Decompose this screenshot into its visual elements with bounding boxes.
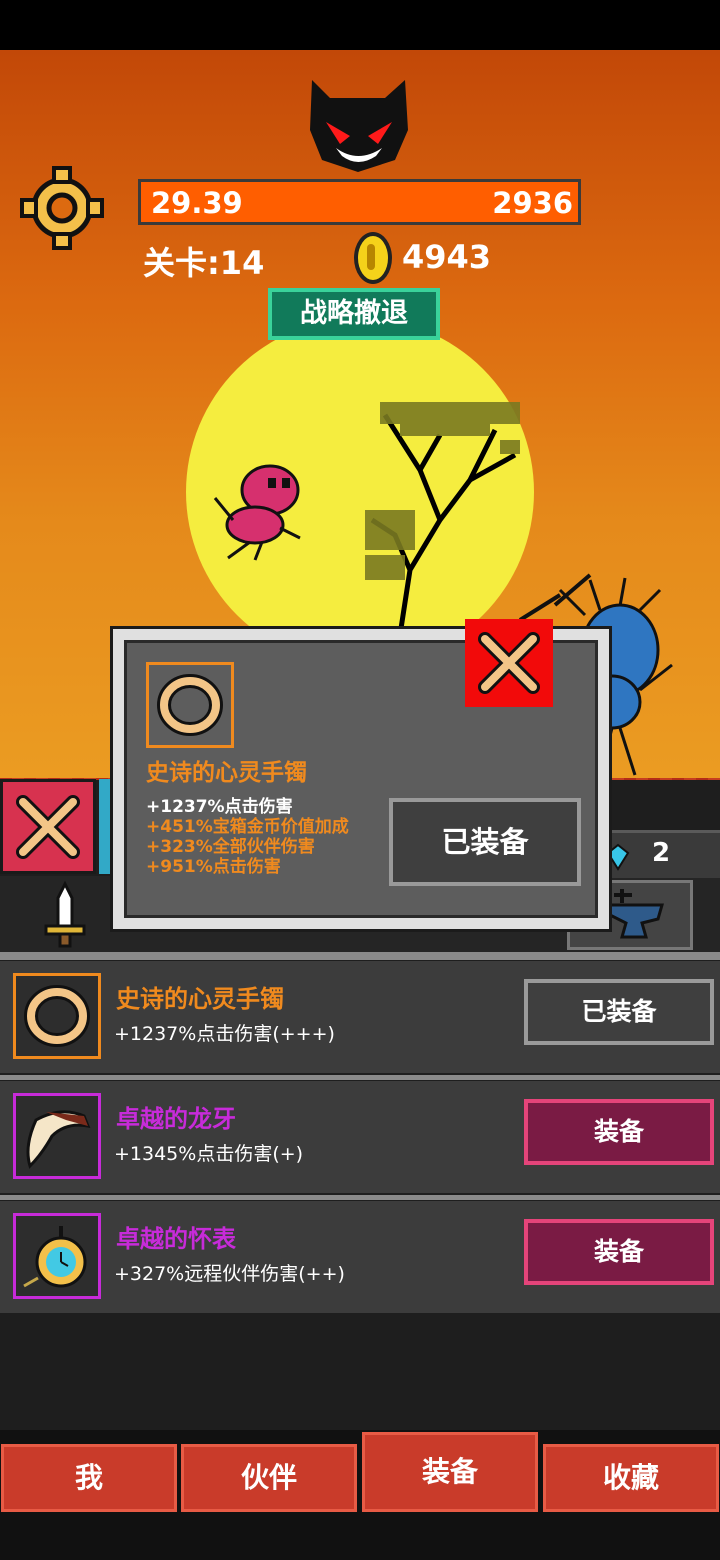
- crossed-bones-tab[interactable]: [0, 779, 96, 874]
- gold-amount: 4943: [402, 238, 492, 276]
- gem-count: 2: [652, 838, 671, 868]
- equip-button[interactable]: 装备: [524, 1099, 714, 1165]
- tab-collection[interactable]: 收藏: [543, 1444, 719, 1512]
- gold-coin-icon: [354, 232, 392, 284]
- crossed-bones-icon: [16, 795, 80, 859]
- popup-close-button[interactable]: [465, 619, 553, 707]
- tab-partners[interactable]: 伙伴: [181, 1444, 357, 1512]
- close-icon: [478, 632, 540, 694]
- level-label: 关卡:14: [143, 244, 265, 282]
- bottom-tab-bar: 我 伙伴 装备 收藏: [0, 1430, 720, 1560]
- tab-me[interactable]: 我: [1, 1444, 177, 1512]
- bracelet-icon: [157, 674, 223, 736]
- sword-slot[interactable]: [30, 878, 100, 950]
- boss-cat-head: [310, 80, 408, 172]
- popup-equipped-button[interactable]: 已装备: [389, 798, 581, 886]
- item-row-bracelet[interactable]: 史诗的心灵手镯 +1237%点击伤害(+++) 已装备: [0, 955, 720, 1073]
- settings-button[interactable]: [22, 166, 104, 248]
- item-row-pocket-watch[interactable]: 卓越的怀表 +327%远程伙伴伤害(++) 装备: [0, 1195, 720, 1313]
- popup-item-name: 史诗的心灵手镯: [146, 760, 307, 786]
- tree-leaves: [365, 402, 520, 580]
- popup-item-icon: [146, 662, 234, 748]
- tab-equipment[interactable]: 装备: [362, 1432, 538, 1512]
- pink-creature: [213, 464, 301, 561]
- equip-button[interactable]: 装备: [524, 1219, 714, 1285]
- dragon-fang-icon: [13, 1093, 101, 1179]
- bracelet-icon: [13, 973, 101, 1059]
- boss-hp-bar: 29.39 2936: [138, 179, 581, 225]
- item-description: +1237%点击伤害(+++): [114, 1023, 335, 1045]
- hp-max: 2936: [492, 186, 573, 220]
- equipped-button[interactable]: 已装备: [524, 979, 714, 1045]
- popup-stat: +951%点击伤害: [146, 857, 281, 877]
- pocket-watch-icon: [13, 1213, 101, 1299]
- item-name: 史诗的心灵手镯: [116, 985, 284, 1013]
- sword-icon: [44, 880, 86, 948]
- item-name: 卓越的龙牙: [116, 1105, 236, 1133]
- item-name: 卓越的怀表: [116, 1225, 236, 1253]
- status-bar: [0, 0, 720, 50]
- hp-current: 29.39: [151, 186, 243, 220]
- retreat-button[interactable]: 战略撤退: [268, 288, 440, 340]
- item-description: +327%远程伙伴伤害(++): [114, 1263, 345, 1285]
- item-description: +1345%点击伤害(+): [114, 1143, 304, 1165]
- item-row-dragon-fang[interactable]: 卓越的龙牙 +1345%点击伤害(+) 装备: [0, 1075, 720, 1193]
